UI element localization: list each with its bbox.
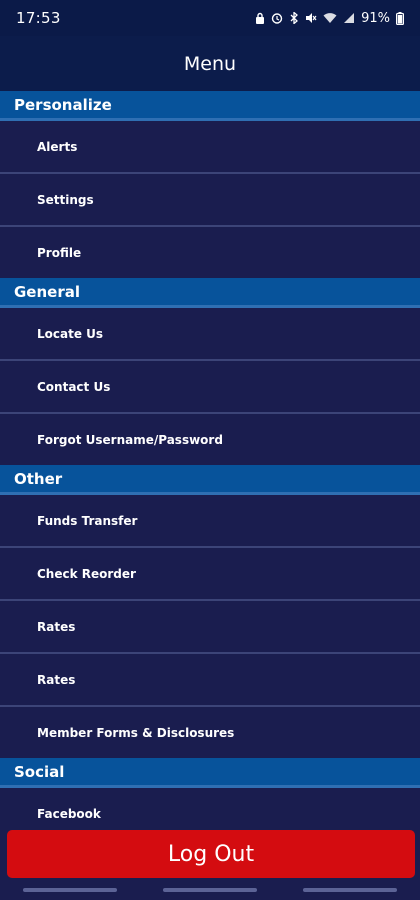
section-header-personalize: Personalize bbox=[0, 91, 420, 121]
signal-icon bbox=[343, 12, 355, 24]
menu-item-locate-us[interactable]: Locate Us bbox=[0, 308, 420, 361]
menu-list: Personalize Alerts Settings Profile Gene… bbox=[0, 91, 420, 839]
menu-item-member-forms-disclosures[interactable]: Member Forms & Disclosures bbox=[0, 707, 420, 758]
menu-item-settings[interactable]: Settings bbox=[0, 174, 420, 227]
menu-item-check-reorder[interactable]: Check Reorder bbox=[0, 548, 420, 601]
status-bar: 17:53 91% bbox=[0, 0, 420, 36]
wifi-icon bbox=[323, 12, 337, 24]
menu-item-alerts[interactable]: Alerts bbox=[0, 121, 420, 174]
menu-item-rates-2[interactable]: Rates bbox=[0, 654, 420, 707]
menu-item-forgot-username-password[interactable]: Forgot Username/Password bbox=[0, 414, 420, 465]
battery-icon bbox=[396, 11, 404, 25]
menu-item-contact-us[interactable]: Contact Us bbox=[0, 361, 420, 414]
section-header-social: Social bbox=[0, 758, 420, 788]
bluetooth-icon bbox=[289, 12, 299, 24]
status-icons: 91% bbox=[255, 11, 404, 26]
nav-recents-handle[interactable] bbox=[23, 888, 117, 892]
system-nav-bar bbox=[0, 880, 420, 900]
nav-home-handle[interactable] bbox=[163, 888, 257, 892]
page-title: Menu bbox=[183, 52, 237, 75]
app-header: Menu bbox=[0, 36, 420, 91]
menu-item-profile[interactable]: Profile bbox=[0, 227, 420, 278]
logout-button[interactable]: Log Out bbox=[7, 830, 415, 878]
menu-item-funds-transfer[interactable]: Funds Transfer bbox=[0, 495, 420, 548]
nav-back-handle[interactable] bbox=[303, 888, 397, 892]
battery-percent: 91% bbox=[361, 10, 390, 26]
section-header-general: General bbox=[0, 278, 420, 308]
mute-icon bbox=[305, 12, 317, 24]
lock-icon bbox=[255, 12, 265, 24]
status-time: 17:53 bbox=[16, 9, 61, 27]
section-header-other: Other bbox=[0, 465, 420, 495]
menu-item-rates[interactable]: Rates bbox=[0, 601, 420, 654]
alarm-icon bbox=[271, 12, 283, 24]
